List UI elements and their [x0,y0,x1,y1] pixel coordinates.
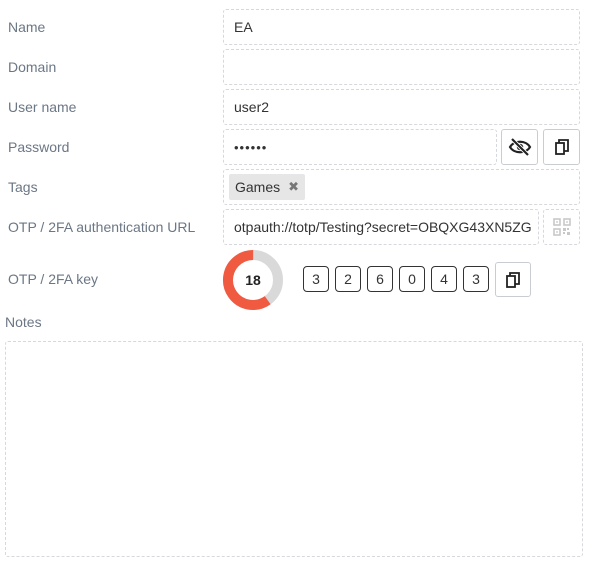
eye-slash-icon [508,137,531,157]
otp-digit: 6 [367,266,393,292]
copy-password-button[interactable] [543,129,580,165]
password-label: Password [8,139,70,155]
password-value: •••••• [234,139,268,155]
otp-key-label: OTP / 2FA key [8,271,99,287]
username-value: user2 [234,99,270,115]
qr-code-icon [552,218,571,236]
domain-label: Domain [8,59,57,75]
tag-chip: Games ✖ [229,174,306,200]
notes-label: Notes [5,314,42,330]
tag-label: Games [235,179,281,195]
domain-input[interactable] [223,49,580,85]
tags-label: Tags [8,179,38,195]
otp-digit: 3 [463,266,489,292]
otp-url-label: OTP / 2FA authentication URL [8,219,196,235]
copy-icon [506,271,520,288]
notes-textarea[interactable] [5,341,583,557]
otp-digit: 3 [303,266,329,292]
otp-countdown-value: 18 [245,272,261,288]
otp-digit: 4 [431,266,457,292]
password-input[interactable]: •••••• [223,129,497,165]
qr-code-button[interactable] [543,209,580,245]
username-input[interactable]: user2 [223,89,580,125]
otp-url-value: otpauth://totp/Testing?secret=OBQXG43XN5… [234,219,532,235]
name-value: EA [234,19,253,35]
otp-url-input[interactable]: otpauth://totp/Testing?secret=OBQXG43XN5… [223,209,539,245]
close-icon[interactable]: ✖ [288,179,299,195]
copy-icon [554,139,569,155]
otp-digit: 2 [335,266,361,292]
username-label: User name [8,99,77,115]
otp-countdown-timer: 18 [222,249,284,311]
otp-digit: 0 [399,266,425,292]
copy-otp-button[interactable] [495,262,531,297]
tags-input[interactable]: Games ✖ [223,169,580,205]
toggle-password-visibility-button[interactable] [501,129,538,165]
name-input[interactable]: EA [223,9,580,45]
name-label: Name [8,19,46,35]
